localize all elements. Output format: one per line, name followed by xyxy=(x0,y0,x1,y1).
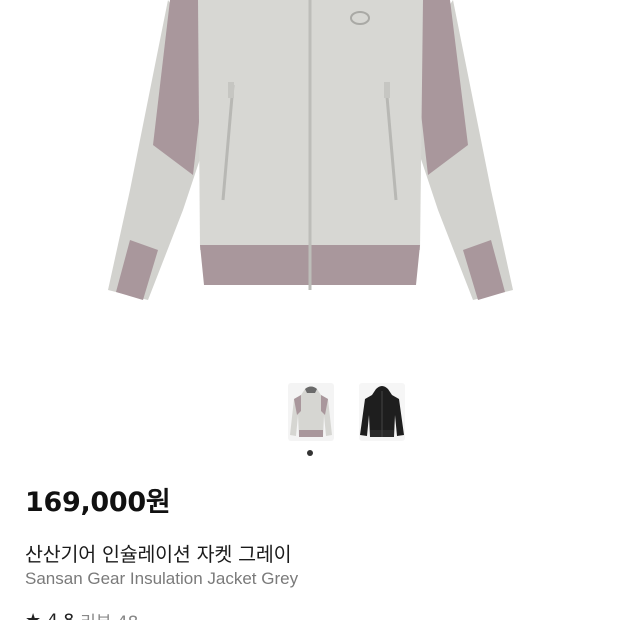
thumbnail-black-jacket[interactable] xyxy=(359,383,405,441)
carousel-indicator-dot xyxy=(307,450,313,456)
thumbnail-grey-jacket[interactable] xyxy=(288,383,334,441)
thumbnail-strip xyxy=(288,383,405,441)
product-title-english: Sansan Gear Insulation Jacket Grey xyxy=(25,569,299,588)
jacket-black-thumbnail xyxy=(360,386,404,437)
product-main-image[interactable] xyxy=(108,0,513,314)
review-count: 리뷰 48 xyxy=(80,608,138,620)
rating-value: 4.8 xyxy=(47,611,74,620)
product-title-korean: 산산기어 인슐레이션 자켓 그레이 xyxy=(25,543,292,566)
star-icon: ★ xyxy=(25,610,41,620)
product-price: 169,000원 xyxy=(25,487,171,518)
jacket-grey-image xyxy=(108,0,513,300)
jacket-grey-thumbnail xyxy=(290,386,332,437)
rating-summary[interactable]: ★ 4.8 리뷰 48 xyxy=(25,608,139,620)
